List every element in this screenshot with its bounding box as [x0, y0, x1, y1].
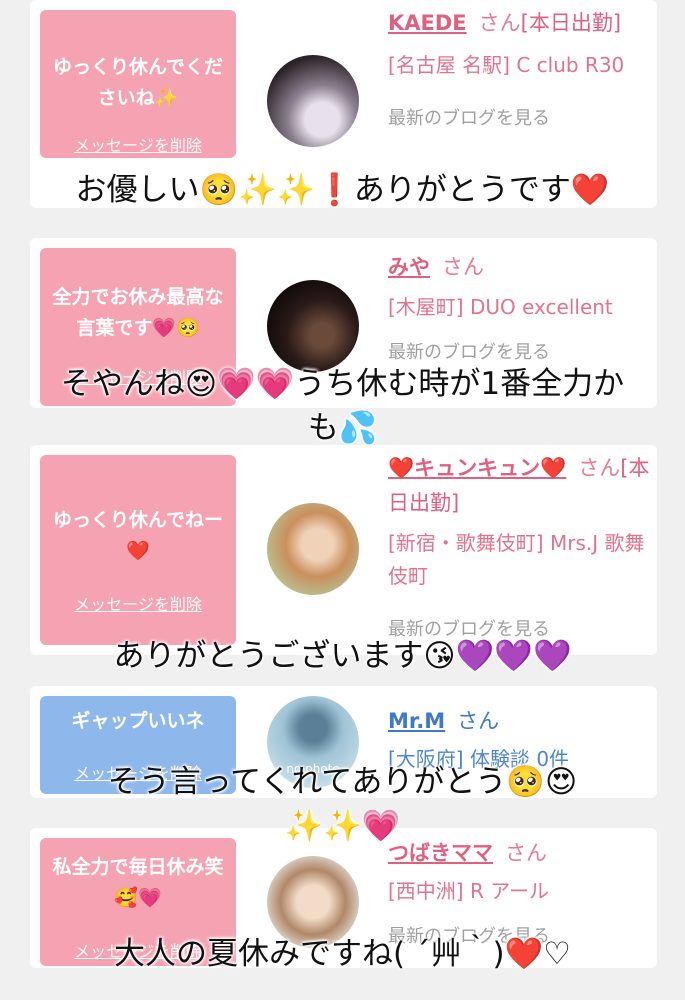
message-card: ゆっくり休んでねー❤️ メッセージを削除 ❤️キュンキュン❤️ さん[本日出勤] …: [30, 445, 657, 655]
overlay-caption: も💦: [307, 410, 378, 446]
latest-blog-link[interactable]: 最新のブログを見る: [388, 104, 650, 130]
attendance-status: [本日出勤]: [520, 11, 622, 35]
honorific: さん: [442, 255, 484, 279]
cast-info: KAEDE さん[本日出勤] [名古屋 名駅] C club R30 最新のブログ…: [388, 6, 650, 130]
avatar[interactable]: [267, 280, 359, 372]
honorific: さん: [457, 709, 500, 733]
message-text: ギャップいいネ: [71, 710, 205, 732]
shop-name[interactable]: [西中洲] R アール: [388, 875, 650, 908]
message-text: 全力でお休み最高な言葉です💗🥺: [52, 286, 224, 339]
latest-blog-link[interactable]: 最新のブログを見る: [388, 338, 650, 364]
cast-name-link[interactable]: ❤️キュンキュン❤️: [388, 456, 566, 480]
shop-name[interactable]: [木屋町] DUO excellent: [388, 291, 650, 324]
shop-name[interactable]: [新宿・歌舞伎町] Mrs.J 歌舞伎町: [388, 527, 650, 593]
overlay-caption: そやんね😍💗💗うち休む時が1番全力か: [60, 366, 625, 402]
overlay-caption: ✨✨💗: [284, 808, 401, 844]
message-bubble: ゆっくり休んでねー❤️ メッセージを削除: [40, 455, 236, 645]
cast-name-link[interactable]: みや: [388, 255, 430, 279]
cast-info: ❤️キュンキュン❤️ さん[本日出勤] [新宿・歌舞伎町] Mrs.J 歌舞伎町 …: [388, 451, 650, 641]
delete-message-link[interactable]: メッセージを削除: [40, 132, 236, 156]
message-text: 私全力で毎日休み笑🥰💗: [52, 856, 224, 909]
honorific: さん: [478, 11, 521, 35]
overlay-caption: そう言ってくれてありがとう🥺😍: [107, 764, 578, 800]
cast-name-link[interactable]: Mr.M: [388, 709, 445, 733]
avatar[interactable]: [267, 55, 359, 147]
cast-name-link[interactable]: KAEDE: [388, 11, 467, 35]
message-text: ゆっくり休んでくださいね✨: [52, 56, 224, 109]
overlay-caption: 大人の夏休みですね( ´艸｀)❤️♡: [114, 936, 571, 972]
honorific: さん: [578, 456, 621, 480]
message-bubble: ゆっくり休んでくださいね✨ メッセージを削除: [40, 10, 236, 158]
overlay-caption: ありがとうございます😘💜💜💜: [113, 638, 572, 674]
overlay-caption: お優しい🥺✨✨❗ありがとうです❤️: [75, 172, 610, 208]
message-text: ゆっくり休んでねー❤️: [52, 509, 224, 562]
cast-info: みや さん [木屋町] DUO excellent 最新のブログを見る: [388, 250, 650, 364]
cast-info: つばきママ さん [西中洲] R アール 最新のブログを見る: [388, 836, 650, 948]
shop-name[interactable]: [名古屋 名駅] C club R30: [388, 49, 650, 82]
avatar[interactable]: [267, 503, 359, 595]
delete-message-link[interactable]: メッセージを削除: [40, 591, 236, 615]
